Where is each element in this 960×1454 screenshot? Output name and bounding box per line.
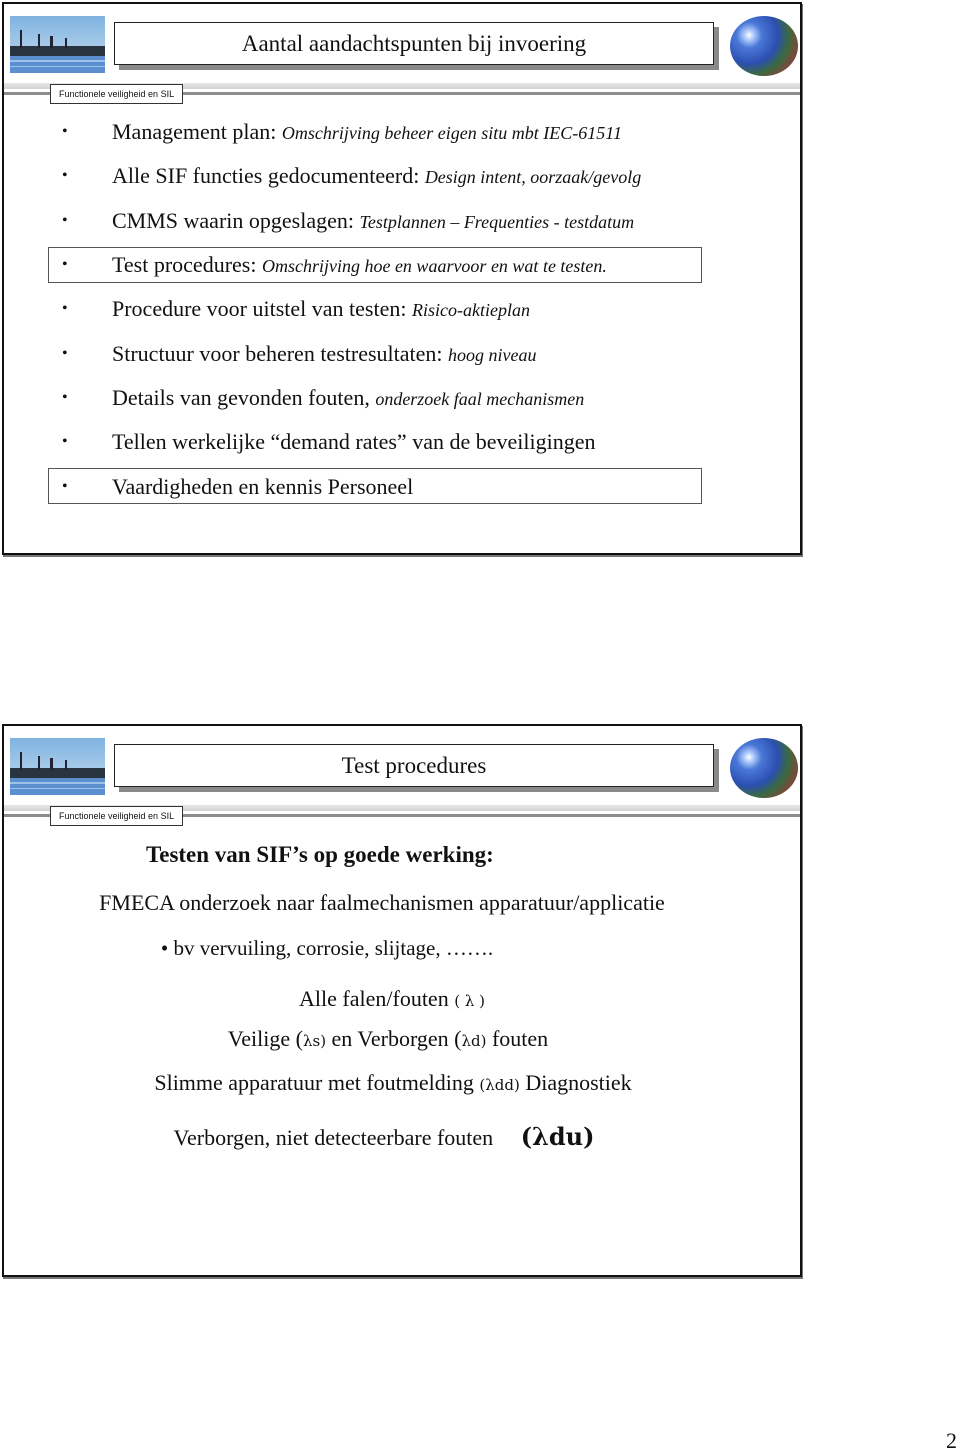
bullet-sub: Testplannen – Frequenties - testdatum [359, 211, 635, 232]
bullet-item: • Structuur voor beheren testresultaten: … [48, 331, 708, 375]
bullet-main: Tellen werkelijke “demand rates” van de … [112, 429, 596, 455]
smart-line: Slimme apparatuur met foutmelding (λdd) … [0, 1070, 800, 1096]
bullet-main: Structuur voor beheren testresultaten: [112, 340, 449, 366]
lambda-s: λs) [302, 1032, 327, 1050]
text: fouten [486, 1026, 549, 1051]
globe-icon [730, 738, 798, 798]
all-faults-line: Alle falen/fouten ( λ ) [0, 986, 800, 1012]
page-number: 2 [946, 1428, 957, 1453]
bullet-sub: Risico-aktieplan [411, 300, 530, 321]
bullet-dot: • [62, 388, 68, 406]
bullet-dot: • [62, 256, 68, 274]
slide-title: Test procedures [114, 744, 714, 787]
course-tag: Functionele veiligheid en SIL [50, 806, 184, 826]
bullet-dot: • [62, 211, 68, 229]
bullet-dot: • [62, 344, 68, 362]
bullet-sub: Design intent, oorzaak/gevolg [424, 167, 642, 188]
text: Diagnostiek [519, 1070, 632, 1095]
text: Verborgen, niet detecteerbare fouten [173, 1125, 494, 1150]
bullet-item: • Details van gevonden fouten, onderzoek … [48, 376, 708, 420]
slide-1: Aantal aandachtspunten bij invoering Fun… [2, 2, 802, 555]
text: en Verborgen ( [326, 1026, 462, 1051]
bullet-item-highlighted: • Test procedures: Omschrijving hoe en wa… [48, 243, 708, 287]
bullet-dot: • [62, 123, 68, 141]
bullet-dot: • [62, 433, 68, 451]
bullet-main: CMMS waarin opgeslagen: [112, 207, 360, 233]
text: Slimme apparatuur met foutmelding [154, 1070, 480, 1095]
bullet-sub: hoog niveau [448, 344, 537, 365]
section-heading: Testen van SIF’s op goede werking: [146, 842, 494, 867]
bullet-main: Details van gevonden fouten, [112, 384, 376, 410]
fmeca-line: FMECA onderzoek naar faalmechanismen app… [99, 890, 665, 915]
bullet-main: Alle SIF functies gedocumenteerd: [112, 163, 425, 189]
lambda-du: (λdu) [520, 1122, 595, 1151]
lambda-dd: (λdd) [479, 1076, 520, 1094]
bullet-item: • Procedure voor uitstel van testen: Risi… [48, 287, 708, 331]
bullet-sub: onderzoek faal mechanismen [375, 388, 585, 409]
bullet-item: • Management plan: Omschrijving beheer ei… [48, 110, 708, 154]
bullet-dot: • [62, 477, 68, 495]
lambda-symbol: ( λ ) [454, 992, 485, 1010]
bullet-item: • CMMS waarin opgeslagen: Testplannen – F… [48, 199, 708, 243]
text: Veilige ( [227, 1026, 303, 1051]
bullet-item-highlighted: • Vaardigheden en kennis Personeel [48, 464, 708, 508]
refinery-photo [10, 738, 105, 795]
bullet-main: Management plan: [112, 119, 282, 145]
all-faults-text: Alle falen/fouten [299, 986, 455, 1011]
bullet-dot: • [62, 167, 68, 185]
slide-title: Aantal aandachtspunten bij invoering [114, 22, 714, 65]
bullet-item: • Alle SIF functies gedocumenteerd: Desig… [48, 154, 708, 198]
slide-2: Test procedures Functionele veiligheid e… [2, 724, 802, 1277]
course-tag: Functionele veiligheid en SIL [50, 84, 184, 104]
refinery-photo [10, 16, 105, 73]
globe-icon [730, 16, 798, 76]
lambda-d: λd) [461, 1032, 487, 1050]
safe-hidden-line: Veilige (λs) en Verborgen (λd) fouten [0, 1026, 800, 1052]
bullet-main: Vaardigheden en kennis Personeel [112, 473, 414, 499]
bullet-dot: • [62, 300, 68, 318]
bullet-sub: Omschrijving hoe en waarvoor en wat te t… [261, 256, 607, 277]
bullet-item: • Tellen werkelijke “demand rates” van de… [48, 420, 708, 464]
undetectable-line: Verborgen, niet detecteerbare fouten (λd… [0, 1122, 800, 1151]
bullet-list: • Management plan: Omschrijving beheer ei… [48, 110, 708, 509]
bullet-main: Procedure voor uitstel van testen: [112, 296, 412, 322]
example-line: • bv vervuiling, corrosie, slijtage, ……. [160, 936, 494, 960]
bullet-main: Test procedures: [112, 252, 262, 278]
bullet-sub: Omschrijving beheer eigen situ mbt IEC-6… [281, 123, 622, 144]
